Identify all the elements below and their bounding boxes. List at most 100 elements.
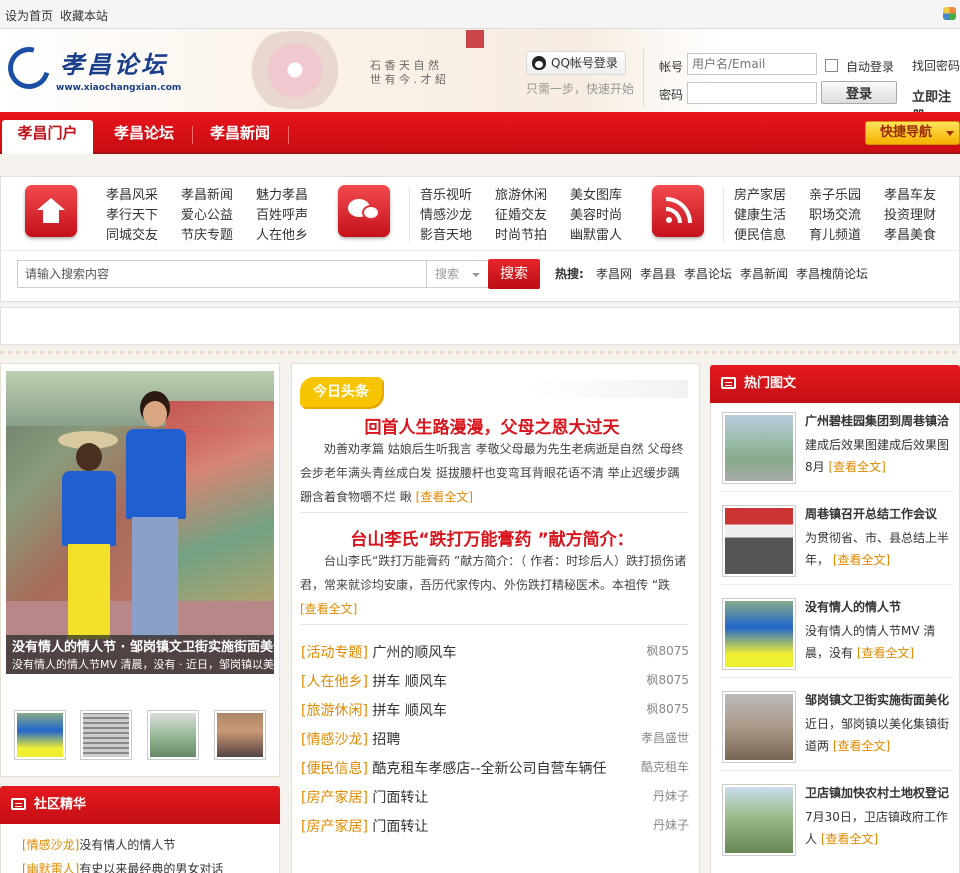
category-link[interactable]: 美女图库 bbox=[570, 184, 622, 203]
category-link[interactable]: 孝行天下 bbox=[106, 204, 158, 223]
category-link[interactable]: 孝昌风采 bbox=[106, 184, 158, 203]
list-item-title[interactable]: 门面转让 bbox=[372, 819, 428, 835]
qq-login-button[interactable]: QQ帐号登录 bbox=[526, 51, 626, 75]
category-link[interactable]: 节庆专题 bbox=[181, 224, 233, 243]
read-more-link[interactable]: [查看全文] bbox=[828, 460, 885, 474]
auto-login-checkbox[interactable] bbox=[825, 59, 838, 72]
headline-title[interactable]: 回首人生路漫漫，父母之恩大过天 bbox=[294, 413, 690, 438]
community-item[interactable]: [情感沙龙]没有情人的情人节 bbox=[22, 836, 175, 853]
site-logo[interactable]: 孝昌论坛 bbox=[60, 45, 168, 80]
home-icon[interactable] bbox=[25, 185, 77, 237]
slideshow-thumbnail[interactable] bbox=[14, 710, 66, 760]
headline-title[interactable]: 台山李氏“跌打万能膏药 ”献方简介： bbox=[294, 525, 690, 550]
hot-picture-thumbnail[interactable] bbox=[722, 505, 796, 577]
hot-search-link[interactable]: 孝昌网 bbox=[596, 265, 632, 282]
account-input[interactable] bbox=[687, 53, 817, 75]
hot-picture-thumbnail[interactable] bbox=[722, 691, 796, 763]
category-link[interactable]: 同城交友 bbox=[106, 224, 158, 243]
category-link[interactable]: 征婚交友 bbox=[495, 204, 547, 223]
slideshow-thumbnail[interactable] bbox=[214, 710, 266, 760]
search-input[interactable]: 请输入搜索内容 bbox=[17, 260, 427, 288]
list-item[interactable]: [旅游休闲] 拼车 顺风车 枫8075 bbox=[301, 700, 691, 720]
list-item-title[interactable]: 门面转让 bbox=[372, 790, 428, 806]
search-type-select[interactable]: 搜索 bbox=[427, 260, 489, 288]
category-link[interactable]: 育儿频道 bbox=[809, 224, 861, 243]
set-homepage-link[interactable]: 设为首页 bbox=[5, 7, 53, 24]
category-link[interactable]: 幽默雷人 bbox=[570, 224, 622, 243]
category-link[interactable]: 美容时尚 bbox=[570, 204, 622, 223]
category-link[interactable]: 职场交流 bbox=[809, 204, 861, 223]
category-link[interactable]: 影音天地 bbox=[420, 224, 472, 243]
category-link[interactable]: 爱心公益 bbox=[181, 204, 233, 223]
category-link[interactable]: 时尚节拍 bbox=[495, 224, 547, 243]
hot-picture-title[interactable]: 广州碧桂园集团到周巷镇洽 bbox=[805, 412, 955, 429]
read-more-link[interactable]: [查看全文] bbox=[300, 602, 357, 616]
slideshow-thumbnail[interactable] bbox=[147, 710, 199, 760]
list-item-author[interactable]: 酷克租车 bbox=[641, 758, 689, 775]
hot-search-link[interactable]: 孝昌县 bbox=[640, 265, 676, 282]
read-more-link[interactable]: [查看全文] bbox=[833, 739, 890, 753]
find-password-link[interactable]: 找回密码 bbox=[912, 57, 960, 74]
list-item[interactable]: [活动专题] 广州的顺风车 枫8075 bbox=[301, 642, 691, 662]
chat-bubble-icon[interactable] bbox=[338, 185, 390, 237]
list-item-author[interactable]: 孝昌盛世 bbox=[641, 729, 689, 746]
hot-search-link[interactable]: 孝昌槐荫论坛 bbox=[796, 265, 868, 282]
category-link[interactable]: 房产家居 bbox=[734, 184, 786, 203]
category-link[interactable]: 孝昌新闻 bbox=[181, 184, 233, 203]
slideshow-caption[interactable]: 没有情人的情人节 · 邹岗镇文卫街实施街面美化工作事 没有情人的情人节MV 清晨… bbox=[6, 635, 274, 674]
list-item-author[interactable]: 丹妹子 bbox=[653, 787, 689, 804]
read-more-link[interactable]: [查看全文] bbox=[857, 646, 914, 660]
hot-picture-thumbnail[interactable] bbox=[722, 412, 796, 484]
list-item-author[interactable]: 枫8075 bbox=[646, 700, 689, 717]
list-item-title[interactable]: 拼车 顺风车 bbox=[372, 674, 446, 690]
slideshow-thumbnail[interactable] bbox=[80, 710, 132, 760]
list-item-tag[interactable]: [人在他乡] bbox=[301, 674, 368, 690]
hot-picture-title[interactable]: 卫店镇加快农村土地权登记 bbox=[805, 784, 955, 801]
category-link[interactable]: 百姓呼声 bbox=[256, 204, 308, 223]
list-item-title[interactable]: 酷克租车孝感店--全新公司自营车辆任 bbox=[372, 761, 606, 777]
list-item[interactable]: [房产家居] 门面转让 丹妹子 bbox=[301, 816, 691, 836]
category-link[interactable]: 旅游休闲 bbox=[495, 184, 547, 203]
search-button[interactable]: 搜索 bbox=[488, 259, 540, 289]
hot-picture-title[interactable]: 周巷镇召开总结工作会议 bbox=[805, 505, 955, 522]
list-item[interactable]: [便民信息] 酷克租车孝感店--全新公司自营车辆任 酷克租车 bbox=[301, 758, 691, 778]
list-item-tag[interactable]: [旅游休闲] bbox=[301, 703, 368, 719]
list-item-title[interactable]: 招聘 bbox=[372, 732, 400, 748]
category-link[interactable]: 投资理财 bbox=[884, 204, 936, 223]
hot-picture-thumbnail[interactable] bbox=[722, 784, 796, 856]
category-link[interactable]: 健康生活 bbox=[734, 204, 786, 223]
list-item[interactable]: [情感沙龙] 招聘 孝昌盛世 bbox=[301, 729, 691, 749]
rss-icon[interactable] bbox=[652, 185, 704, 237]
featured-slideshow[interactable]: 没有情人的情人节 · 邹岗镇文卫街实施街面美化工作事 没有情人的情人节MV 清晨… bbox=[6, 371, 274, 674]
list-item-tag[interactable]: [房产家居] bbox=[301, 790, 368, 806]
list-item-tag[interactable]: [房产家居] bbox=[301, 819, 368, 835]
list-item-author[interactable]: 枫8075 bbox=[646, 642, 689, 659]
category-link[interactable]: 人在他乡 bbox=[256, 224, 308, 243]
community-item[interactable]: [幽默雷人]有史以来最经典的男女对话 bbox=[22, 860, 223, 873]
list-item-title[interactable]: 拼车 顺风车 bbox=[372, 703, 446, 719]
category-link[interactable]: 音乐视听 bbox=[420, 184, 472, 203]
login-button[interactable]: 登录 bbox=[821, 81, 897, 104]
logo-swoosh-icon[interactable] bbox=[0, 39, 58, 97]
list-item-tag[interactable]: [活动专题] bbox=[301, 645, 368, 661]
category-link[interactable]: 孝昌美食 bbox=[884, 224, 936, 243]
read-more-link[interactable]: [查看全文] bbox=[833, 553, 890, 567]
category-link[interactable]: 便民信息 bbox=[734, 224, 786, 243]
list-item-author[interactable]: 枫8075 bbox=[646, 671, 689, 688]
hot-picture-thumbnail[interactable] bbox=[722, 598, 796, 670]
hot-search-link[interactable]: 孝昌新闻 bbox=[740, 265, 788, 282]
hot-picture-title[interactable]: 没有情人的情人节 bbox=[805, 598, 955, 615]
hot-search-link[interactable]: 孝昌论坛 bbox=[684, 265, 732, 282]
list-item-title[interactable]: 广州的顺风车 bbox=[372, 645, 456, 661]
tab-xiaochang-news[interactable]: 孝昌新闻 bbox=[200, 120, 280, 154]
password-input[interactable] bbox=[687, 82, 817, 104]
tab-xiaochang-portal[interactable]: 孝昌门户 bbox=[2, 120, 93, 154]
read-more-link[interactable]: [查看全文] bbox=[821, 832, 878, 846]
tab-xiaochang-forum[interactable]: 孝昌论坛 bbox=[104, 120, 184, 154]
hot-picture-title[interactable]: 邹岗镇文卫街实施街面美化 bbox=[805, 691, 955, 708]
list-item-tag[interactable]: [便民信息] bbox=[301, 761, 368, 777]
bookmark-link[interactable]: 收藏本站 bbox=[60, 7, 108, 24]
list-item[interactable]: [房产家居] 门面转让 丹妹子 bbox=[301, 787, 691, 807]
read-more-link[interactable]: [查看全文] bbox=[416, 490, 473, 504]
quick-nav-button[interactable]: 快捷导航 bbox=[865, 121, 960, 145]
